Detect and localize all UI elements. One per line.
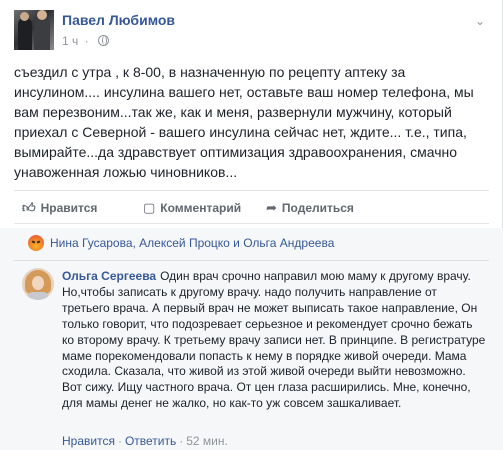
meta-separator: · bbox=[84, 34, 89, 48]
facebook-post: Павел Любимов 1 ч · ⌄ съездил с утра , к… bbox=[0, 0, 503, 450]
chevron-down-icon[interactable]: ⌄ bbox=[475, 14, 485, 28]
globe-icon[interactable] bbox=[97, 35, 109, 46]
comment-reply-link[interactable]: Ответить bbox=[125, 434, 176, 448]
comment-timestamp[interactable]: 52 мин. bbox=[186, 434, 228, 448]
reactions-row[interactable]: Нина Гусарова, Алексей Процко и Ольга Ан… bbox=[14, 233, 489, 255]
share-button[interactable]: ➦ Поделиться bbox=[266, 200, 354, 216]
comment-button[interactable]: ▢ Комментарий bbox=[143, 200, 241, 216]
post-action-bar: 👍︎ Нравится ▢ Комментарий ➦ Поделиться bbox=[14, 190, 489, 224]
comment-author-name[interactable]: Ольга Сергеева bbox=[62, 269, 156, 283]
comment-button-label: Комментарий bbox=[160, 201, 242, 215]
comment-text: Один врач срочно направил мою маму к дру… bbox=[62, 269, 486, 411]
share-button-label: Поделиться bbox=[281, 201, 354, 215]
author-avatar[interactable] bbox=[14, 10, 54, 50]
post-header: Павел Любимов 1 ч · ⌄ bbox=[14, 10, 489, 50]
like-button[interactable]: 👍︎ Нравится bbox=[22, 200, 97, 216]
divider bbox=[14, 260, 489, 261]
comment-like-link[interactable]: Нравится bbox=[62, 434, 115, 448]
post-text: съездил с утра , к 8-00, в назначенную п… bbox=[14, 64, 474, 180]
comment-separator: · bbox=[179, 434, 184, 448]
angry-reaction-icon[interactable] bbox=[28, 235, 44, 251]
thumbs-up-icon: 👍︎ bbox=[22, 200, 36, 215]
comment-bubble-icon: ▢ bbox=[143, 200, 156, 215]
comment-body: Ольга Сергеева Один врач срочно направил … bbox=[62, 269, 487, 412]
reactions-names[interactable]: Нина Гусарова, Алексей Процко и Ольга Ан… bbox=[50, 236, 334, 250]
post-timestamp[interactable]: 1 ч bbox=[62, 34, 78, 48]
comment-separator: · bbox=[117, 434, 122, 448]
comment-actions: Нравится · Ответить · 52 мин. bbox=[62, 434, 228, 448]
post-meta: 1 ч · bbox=[62, 34, 109, 48]
post-author-name[interactable]: Павел Любимов bbox=[62, 12, 175, 28]
commenter-avatar[interactable] bbox=[22, 268, 54, 300]
share-arrow-icon: ➦ bbox=[266, 200, 277, 215]
like-button-label: Нравится bbox=[40, 201, 98, 215]
